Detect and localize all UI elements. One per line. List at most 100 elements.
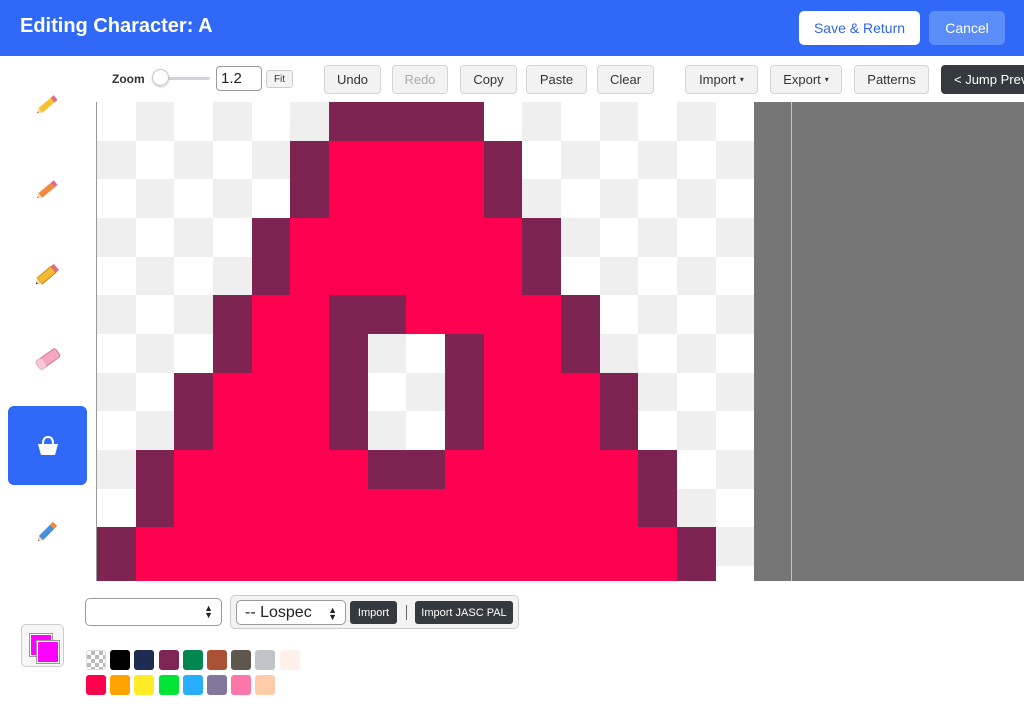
pixel-cell[interactable] (522, 411, 562, 451)
pixel-cell[interactable] (213, 140, 252, 180)
pixel-grid[interactable] (96, 102, 792, 581)
pixel-cell[interactable] (561, 256, 600, 296)
pixel-cell[interactable] (367, 488, 407, 528)
current-color-swatch[interactable] (21, 624, 64, 667)
pixel-cell[interactable] (290, 527, 329, 567)
pixel-cell[interactable] (290, 334, 329, 373)
lospec-import-button[interactable]: Import (350, 601, 397, 624)
pixel-cell[interactable] (290, 218, 329, 257)
pixel-cell[interactable] (483, 179, 523, 218)
pixel-cell[interactable] (561, 411, 600, 451)
pixel-cell[interactable] (406, 218, 446, 257)
pixel-cell[interactable] (367, 256, 407, 296)
pixel-cell[interactable] (174, 527, 213, 567)
palette-color-swatch[interactable] (207, 650, 227, 670)
pixel-cell[interactable] (638, 450, 678, 489)
pixel-cell[interactable] (97, 334, 136, 373)
pixel-cell[interactable] (251, 488, 291, 528)
pixel-cell[interactable] (677, 372, 716, 412)
pixel-cell[interactable] (445, 527, 484, 567)
pixel-cell[interactable] (97, 372, 136, 412)
palette-color-swatch[interactable] (255, 650, 276, 670)
pixel-cell[interactable] (599, 334, 639, 373)
pixel-cell[interactable] (599, 566, 639, 581)
tool-fill-bucket[interactable] (8, 406, 87, 485)
pixel-cell[interactable] (367, 179, 407, 218)
palette-color-swatch[interactable] (158, 650, 179, 670)
import-menu-button[interactable]: Import ▾ (685, 65, 758, 94)
pixel-cell[interactable] (599, 256, 639, 296)
pixel-cell[interactable] (483, 102, 523, 141)
pixel-cell[interactable] (638, 372, 678, 412)
pixel-cell[interactable] (483, 566, 523, 581)
pixel-cell[interactable] (483, 140, 523, 180)
pixel-cell[interactable] (135, 488, 175, 528)
pixel-cell[interactable] (213, 411, 252, 451)
pixel-cell[interactable] (483, 372, 523, 412)
pixel-cell[interactable] (329, 102, 368, 141)
pixel-cell[interactable] (445, 450, 484, 489)
pixel-cell[interactable] (715, 566, 755, 581)
tool-color-pencil[interactable] (8, 491, 87, 570)
pixel-cell[interactable] (677, 411, 716, 451)
pixel-cell[interactable] (522, 256, 562, 296)
pixel-cell[interactable] (174, 334, 213, 373)
tool-eraser[interactable] (8, 319, 87, 398)
pixel-cell[interactable] (522, 218, 562, 257)
pixel-cell[interactable] (329, 527, 368, 567)
pixel-cell[interactable] (638, 179, 678, 218)
pixel-cell[interactable] (213, 566, 252, 581)
pixel-cell[interactable] (251, 102, 291, 141)
pixel-cell[interactable] (445, 372, 484, 412)
pixel-cell[interactable] (406, 450, 446, 489)
pixel-cell[interactable] (135, 256, 175, 296)
pixel-cell[interactable] (406, 527, 446, 567)
pixel-cell[interactable] (135, 334, 175, 373)
pixel-cell[interactable] (367, 218, 407, 257)
pixel-cell[interactable] (715, 256, 755, 296)
pixel-cell[interactable] (174, 488, 213, 528)
pixel-cell[interactable] (367, 566, 407, 581)
pixel-cell[interactable] (251, 450, 291, 489)
pixel-cell[interactable] (213, 450, 252, 489)
pixel-cell[interactable] (290, 566, 329, 581)
pixel-cell[interactable] (638, 295, 678, 334)
pixel-cell[interactable] (174, 295, 213, 334)
pixel-cell[interactable] (406, 102, 446, 141)
pixel-cell[interactable] (97, 488, 136, 528)
pixel-cell[interactable] (406, 179, 446, 218)
pixel-cell[interactable] (329, 372, 368, 412)
pixel-cell[interactable] (483, 450, 523, 489)
palette-color-swatch[interactable] (231, 650, 252, 670)
pixel-cell[interactable] (97, 411, 136, 451)
pixel-cell[interactable] (522, 372, 562, 412)
pixel-cell[interactable] (522, 527, 562, 567)
pixel-cell[interactable] (522, 450, 562, 489)
pixel-cell[interactable] (174, 566, 213, 581)
pixel-cell[interactable] (290, 295, 329, 334)
pixel-cell[interactable] (251, 527, 291, 567)
pixel-cell[interactable] (213, 295, 252, 334)
save-return-button[interactable]: Save & Return (799, 11, 920, 45)
pixel-cell[interactable] (174, 140, 213, 180)
pixel-cell[interactable] (522, 140, 562, 180)
pixel-cell[interactable] (677, 334, 716, 373)
pixel-cell[interactable] (97, 295, 136, 334)
pixel-cell[interactable] (135, 527, 175, 567)
pixel-cell[interactable] (677, 256, 716, 296)
pixel-cell[interactable] (677, 102, 716, 141)
pixel-cell[interactable] (715, 140, 755, 180)
pixel-cell[interactable] (329, 256, 368, 296)
pixel-cell[interactable] (97, 256, 136, 296)
palette-color-swatch[interactable] (86, 650, 106, 670)
palette-color-swatch[interactable] (207, 675, 227, 695)
pixel-cell[interactable] (561, 488, 600, 528)
pixel-cell[interactable] (97, 450, 136, 489)
pixel-cell[interactable] (290, 102, 329, 141)
pixel-cell[interactable] (599, 295, 639, 334)
tool-pencil-orange[interactable] (8, 149, 87, 228)
pixel-cell[interactable] (290, 179, 329, 218)
pixel-cell[interactable] (290, 411, 329, 451)
pixel-cell[interactable] (251, 566, 291, 581)
pixel-cell[interactable] (677, 218, 716, 257)
